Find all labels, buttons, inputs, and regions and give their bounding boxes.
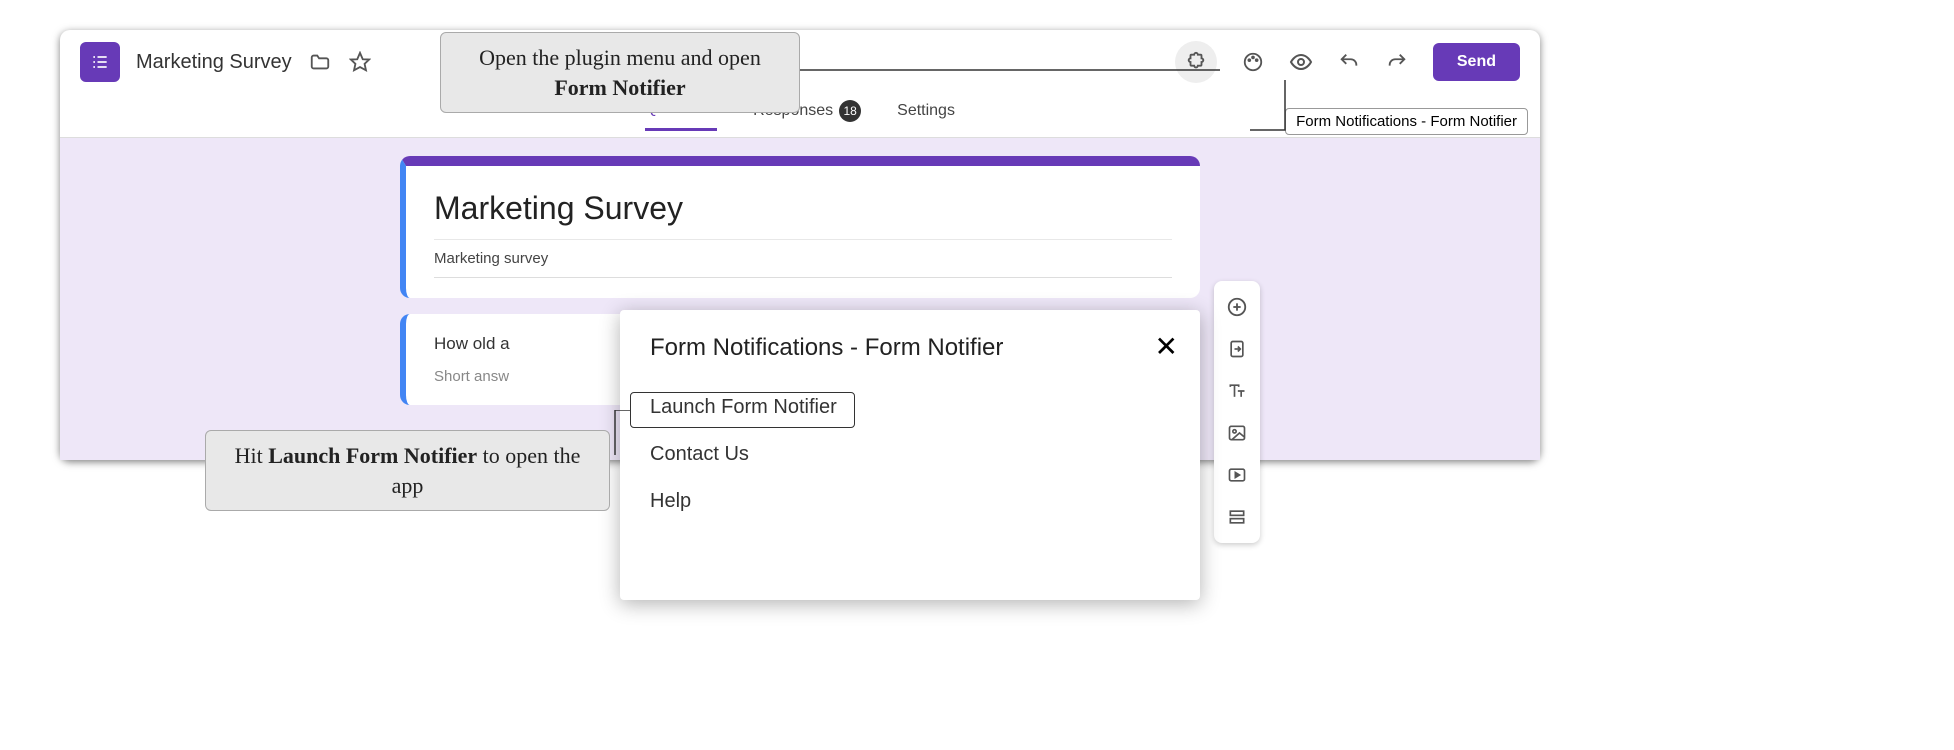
add-video-icon[interactable] xyxy=(1225,463,1249,487)
folder-icon[interactable] xyxy=(308,50,332,74)
side-toolbar xyxy=(1214,281,1260,543)
forms-logo-icon xyxy=(80,42,120,82)
addon-tooltip: Form Notifications - Form Notifier xyxy=(1285,108,1528,135)
send-button[interactable]: Send xyxy=(1433,43,1520,81)
callout-launch: Hit Launch Form Notifier to open the app xyxy=(205,430,610,511)
tab-settings[interactable]: Settings xyxy=(897,102,955,130)
add-title-icon[interactable] xyxy=(1225,379,1249,403)
palette-icon[interactable] xyxy=(1241,50,1265,74)
star-icon[interactable] xyxy=(348,50,372,74)
form-description[interactable]: Marketing survey xyxy=(434,239,1172,278)
plugin-popup-title: Form Notifications - Form Notifier xyxy=(650,334,1170,362)
connector-line xyxy=(1250,80,1290,145)
callout-plugin-menu: Open the plugin menu and open Form Notif… xyxy=(440,32,800,113)
plugin-popup: Form Notifications - Form Notifier ✕ Lau… xyxy=(620,310,1200,600)
menu-item-help[interactable]: Help xyxy=(650,478,1170,525)
callout-bold: Form Notifier xyxy=(554,75,685,100)
callout-bold: Launch Form Notifier xyxy=(268,443,477,468)
callout-text: Open the plugin menu and open xyxy=(479,45,761,70)
doc-title[interactable]: Marketing Survey xyxy=(136,51,292,74)
form-header-card[interactable]: Marketing Survey Marketing survey xyxy=(400,156,1200,298)
callout-text: Hit xyxy=(235,443,269,468)
connector-line xyxy=(608,410,638,460)
add-question-icon[interactable] xyxy=(1225,295,1249,319)
form-title[interactable]: Marketing Survey xyxy=(434,190,1172,227)
import-questions-icon[interactable] xyxy=(1225,337,1249,361)
add-section-icon[interactable] xyxy=(1225,505,1249,529)
menu-item-launch[interactable]: Launch Form Notifier xyxy=(650,384,1170,431)
preview-icon[interactable] xyxy=(1289,50,1313,74)
add-image-icon[interactable] xyxy=(1225,421,1249,445)
close-icon[interactable]: ✕ xyxy=(1155,330,1178,363)
redo-icon[interactable] xyxy=(1385,50,1409,74)
responses-count-badge: 18 xyxy=(839,100,861,122)
connector-line xyxy=(800,60,1230,90)
menu-item-contact[interactable]: Contact Us xyxy=(650,431,1170,478)
undo-icon[interactable] xyxy=(1337,50,1361,74)
